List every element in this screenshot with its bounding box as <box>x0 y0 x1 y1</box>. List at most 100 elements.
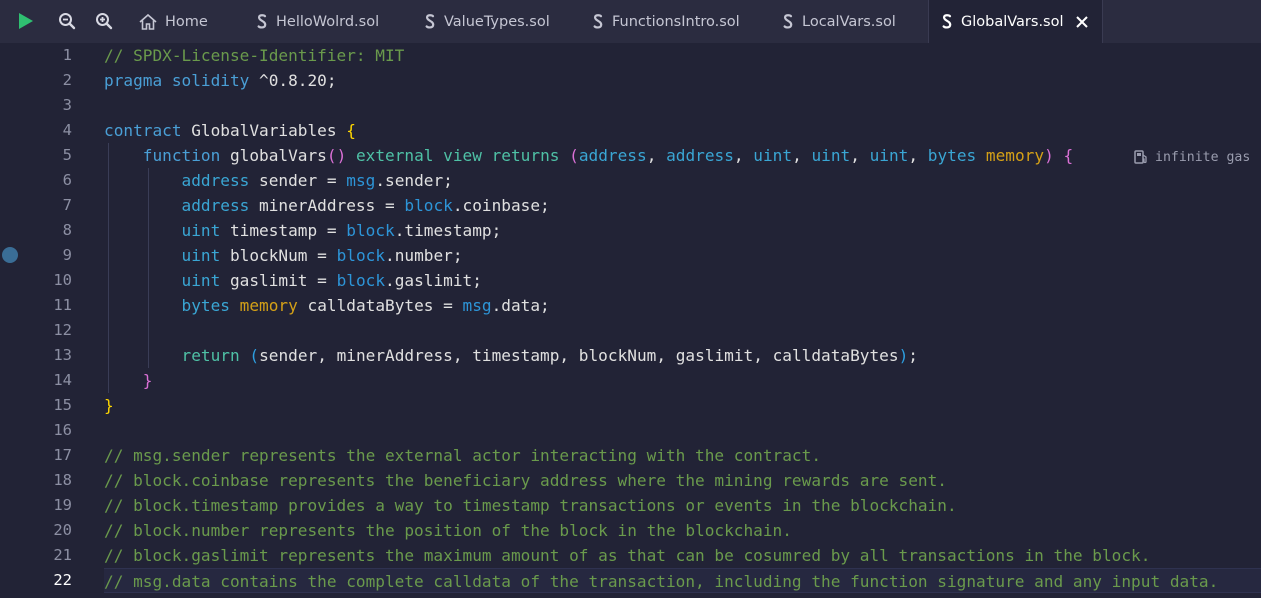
code-token: external view returns <box>355 146 560 165</box>
code-line[interactable]: contract GlobalVariables { <box>104 118 356 143</box>
code-line[interactable]: uint gaslimit = block.gaslimit; <box>104 268 482 293</box>
solidity-icon <box>780 13 796 31</box>
code-token: ) <box>898 346 909 365</box>
line-number[interactable]: 19 <box>53 493 72 518</box>
code-line[interactable]: uint timestamp = block.timestamp; <box>104 218 502 243</box>
breakpoint-marker[interactable] <box>2 247 18 263</box>
close-icon <box>1075 15 1088 28</box>
code-line[interactable]: // block.gaslimit represents the maximum… <box>104 543 1150 568</box>
code-line[interactable]: function globalVars() external view retu… <box>104 143 1073 168</box>
tab-functionsintro[interactable]: FunctionsIntro.sol <box>590 0 740 43</box>
code-token: // block.gaslimit represents the maximum… <box>104 546 1151 565</box>
close-tab-button[interactable] <box>1074 14 1090 30</box>
solidity-icon <box>939 13 955 31</box>
code-token: address <box>181 196 250 215</box>
tab-label: LocalVars.sol <box>802 13 896 30</box>
code-token: .gaslimit; <box>385 271 482 290</box>
code-token: block <box>346 221 395 240</box>
code-line[interactable]: // msg.sender represents the external ac… <box>104 443 821 468</box>
zoom-out-button[interactable] <box>55 9 79 33</box>
code-token: // block.coinbase represents the benefic… <box>104 471 947 490</box>
code-token: , <box>733 146 754 165</box>
code-line[interactable]: // block.coinbase represents the benefic… <box>104 468 947 493</box>
code-token: globalVars <box>220 146 327 165</box>
code-token: memory <box>239 296 298 315</box>
line-number[interactable]: 6 <box>63 168 72 193</box>
code-line[interactable]: // block.number represents the position … <box>104 518 792 543</box>
code-token: blockNum = <box>220 246 337 265</box>
line-number[interactable]: 21 <box>53 543 72 568</box>
code-token: .coinbase; <box>452 196 550 215</box>
code-line[interactable]: // block.timestamp provides a way to tim… <box>104 493 957 518</box>
line-number[interactable]: 18 <box>53 468 72 493</box>
zoom-in-button[interactable] <box>92 9 116 33</box>
code-token: ( <box>249 346 260 365</box>
tab-hellowolrd[interactable]: HelloWolrd.sol <box>254 0 379 43</box>
code-line[interactable]: return (sender, minerAddress, timestamp,… <box>104 343 918 368</box>
tab-globalvars[interactable]: GlobalVars.sol <box>928 0 1103 43</box>
line-number-gutter[interactable]: 1 2 3 4 5 6 7 8 9 10 11 12 13 14 15 16 17 18 19 20 21 22 <box>0 43 104 598</box>
line-number[interactable]: 22 <box>53 568 72 593</box>
tab-home[interactable]: Home <box>138 0 208 43</box>
code-area[interactable]: // SPDX-License-Identifier: MIT pragma so… <box>104 43 1261 598</box>
line-number[interactable]: 13 <box>53 343 72 368</box>
code-token: bytes <box>927 146 977 165</box>
line-number[interactable]: 20 <box>53 518 72 543</box>
code-line[interactable]: bytes memory calldataBytes = msg.data; <box>104 293 550 318</box>
code-token: gaslimit = <box>220 271 337 290</box>
line-number[interactable]: 5 <box>63 143 72 168</box>
tab-localvars[interactable]: LocalVars.sol <box>780 0 896 43</box>
code-token: address <box>666 146 734 165</box>
line-number[interactable]: 7 <box>63 193 72 218</box>
tab-label: GlobalVars.sol <box>961 13 1064 30</box>
gas-estimate: infinite gas <box>1133 147 1250 167</box>
code-token: sender = <box>249 171 347 190</box>
line-number[interactable]: 11 <box>53 293 72 318</box>
line-number[interactable]: 15 <box>53 393 72 418</box>
code-line[interactable]: } <box>104 368 153 393</box>
line-number[interactable]: 2 <box>63 68 72 93</box>
code-token: block <box>336 271 386 290</box>
code-token: block <box>404 196 453 215</box>
code-token: // block.timestamp provides a way to tim… <box>104 496 957 515</box>
line-number[interactable]: 1 <box>63 43 72 68</box>
code-token: sender, minerAddress, timestamp, blockNu… <box>259 346 899 365</box>
code-line[interactable]: } <box>104 393 114 418</box>
code-token: .data; <box>491 296 550 315</box>
code-line[interactable]: pragma solidity ^0.8.20; <box>104 68 337 93</box>
line-number[interactable]: 9 <box>63 243 72 268</box>
line-number[interactable]: 12 <box>53 318 72 343</box>
code-editor[interactable]: 1 2 3 4 5 6 7 8 9 10 11 12 13 14 15 16 17 18 19 20 21 22 // S… <box>0 43 1261 598</box>
line-number[interactable]: 3 <box>63 93 72 118</box>
tab-valuetypes[interactable]: ValueTypes.sol <box>422 0 550 43</box>
code-line[interactable]: address minerAddress = block.coinbase; <box>104 193 550 218</box>
home-icon <box>138 13 158 31</box>
code-line[interactable]: // SPDX-License-Identifier: MIT <box>104 43 404 68</box>
line-number[interactable]: 10 <box>53 268 72 293</box>
run-button[interactable] <box>13 9 37 33</box>
code-token: minerAddress = <box>249 196 405 215</box>
line-number[interactable]: 16 <box>53 418 72 443</box>
code-token: GlobalVariables <box>181 121 347 140</box>
code-line[interactable]: address sender = msg.sender; <box>104 168 453 193</box>
code-token: { <box>346 121 356 140</box>
code-token: address <box>578 146 647 165</box>
line-number[interactable]: 14 <box>53 368 72 393</box>
code-token: , <box>850 146 870 165</box>
code-token: uint <box>181 246 221 265</box>
line-number[interactable]: 4 <box>63 118 72 143</box>
code-line[interactable]: uint blockNum = block.number; <box>104 243 463 268</box>
tab-label: Home <box>165 13 208 30</box>
code-line[interactable]: // msg.data contains the complete callda… <box>104 568 1261 593</box>
code-token: , <box>908 146 928 165</box>
line-number[interactable]: 17 <box>53 443 72 468</box>
solidity-icon <box>590 13 606 31</box>
line-number[interactable]: 8 <box>63 218 72 243</box>
code-token: timestamp = <box>220 221 347 240</box>
